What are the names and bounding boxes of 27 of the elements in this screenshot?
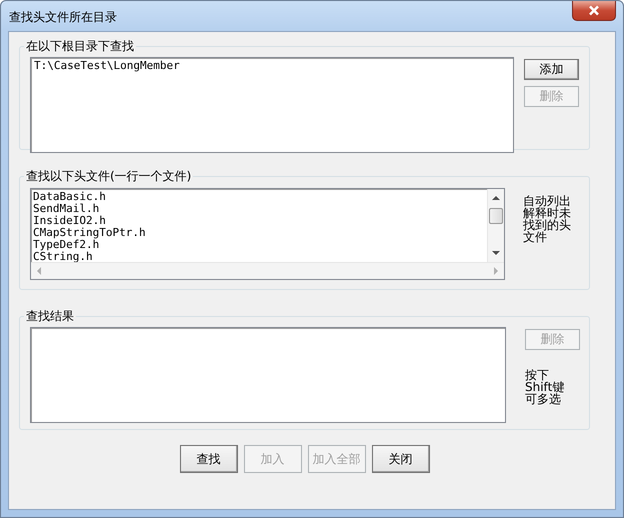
horizontal-scrollbar[interactable] <box>31 262 504 279</box>
list-item[interactable]: DataBasic.h <box>33 191 485 203</box>
down-arrow-icon[interactable] <box>492 248 500 258</box>
file-list[interactable]: DataBasic.h SendMail.h InsideIO2.h CMapStringToPtr.h TypeDef2.h CString.h <box>30 188 505 280</box>
text-area[interactable]: T:\CaseTest\LongMember <box>30 57 514 153</box>
list-item[interactable]: CString.h <box>33 251 485 262</box>
up-arrow-icon[interactable] <box>492 193 500 203</box>
list-item[interactable]: CMapStringToPtr.h <box>33 227 485 239</box>
close-button[interactable] <box>572 1 616 21</box>
group-label: 查找以下头文件(一行一个文件) <box>25 168 192 185</box>
hint-text: 自动列出解释时未找到的头文件 <box>523 195 572 246</box>
list-item[interactable]: TypeDef2.h <box>33 239 485 251</box>
scroll-thumb[interactable] <box>489 208 503 224</box>
group-label: 查找结果 <box>25 308 75 325</box>
window-title: 查找头文件所在目录 <box>9 9 117 26</box>
group-label: 在以下根目录下查找 <box>25 38 135 55</box>
close-icon <box>588 5 600 16</box>
list-item[interactable]: SendMail.h <box>33 203 485 215</box>
right-arrow-icon[interactable] <box>492 267 500 275</box>
results-list[interactable] <box>30 327 506 423</box>
push-button[interactable]: 添加 <box>524 59 579 80</box>
push-button[interactable]: 关闭 <box>372 445 430 473</box>
list-item[interactable]: InsideIO2.h <box>33 215 485 227</box>
left-arrow-icon[interactable] <box>35 267 43 275</box>
vertical-scrollbar[interactable] <box>487 189 504 262</box>
push-button[interactable]: 查找 <box>180 445 238 473</box>
hint-text: 按下Shift键可多选 <box>525 369 566 405</box>
